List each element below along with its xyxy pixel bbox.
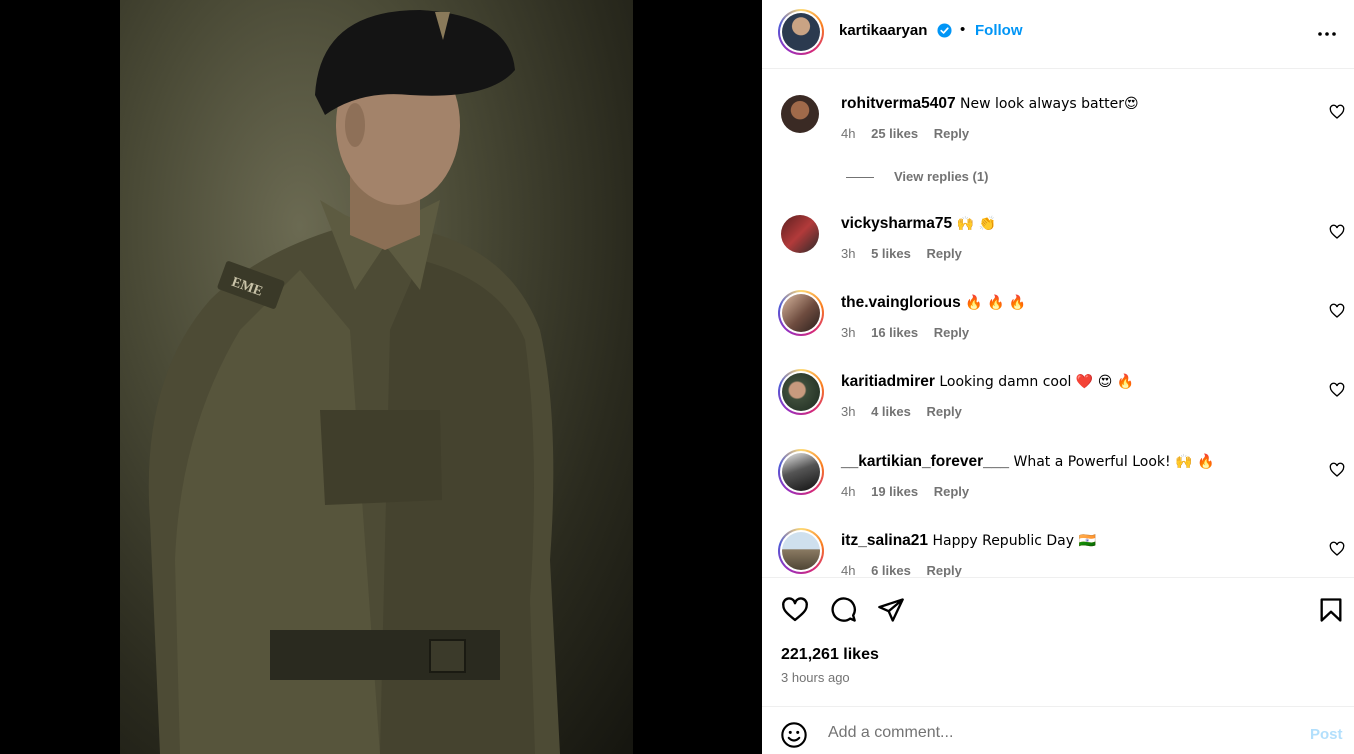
comment-body: Looking damn cool ❤️ 😍 🔥	[934, 374, 1135, 390]
post-photo-illustration: EME	[148, 10, 560, 754]
view-replies-label: View replies (1)	[894, 169, 989, 184]
like-comment-heart-icon[interactable]	[1329, 224, 1345, 240]
comment-body: What a Powerful Look! 🙌 🔥	[1009, 454, 1215, 470]
post-side-panel: kartikaaryan • Follow rohitverma5407 New…	[762, 0, 1354, 754]
save-bookmark-icon[interactable]	[1317, 596, 1345, 624]
commenter-username[interactable]: vickysharma75	[841, 215, 952, 232]
commenter-avatar[interactable]	[778, 528, 824, 574]
comment-text: the.vainglorious 🔥 🔥 🔥	[841, 294, 1026, 312]
commenter-avatar[interactable]	[781, 215, 819, 253]
comment-likes[interactable]: 5 likes	[871, 246, 911, 261]
add-comment-input[interactable]	[828, 721, 1268, 745]
like-comment-heart-icon[interactable]	[1329, 382, 1345, 398]
comment-item: __kartikian_forever___ What a Powerful L…	[762, 449, 1354, 523]
like-comment-heart-icon[interactable]	[1329, 303, 1345, 319]
like-comment-heart-icon[interactable]	[1329, 462, 1345, 478]
post-media-area: EME	[0, 0, 762, 754]
comment-meta: 4h 6 likes Reply	[841, 563, 974, 577]
comment-item: vickysharma75 🙌 👏 3h 5 likes Reply	[762, 215, 1354, 285]
comment-body: New look always batter😍	[955, 96, 1139, 112]
comment-meta: 4h 19 likes Reply	[841, 484, 981, 499]
comment-bubble-icon[interactable]	[829, 596, 857, 624]
comment-likes[interactable]: 4 likes	[871, 404, 911, 419]
commenter-avatar[interactable]	[778, 290, 824, 336]
commenter-username[interactable]: karitiadmirer	[841, 373, 935, 390]
comment-text: __kartikian_forever___ What a Powerful L…	[841, 453, 1214, 471]
verified-badge-icon	[937, 23, 952, 38]
comment-likes[interactable]: 19 likes	[871, 484, 918, 499]
follow-button[interactable]: Follow	[975, 22, 1023, 39]
author-username[interactable]: kartikaaryan	[839, 22, 927, 39]
like-comment-heart-icon[interactable]	[1329, 104, 1345, 120]
comment-time: 3h	[841, 246, 856, 261]
commenter-avatar[interactable]	[778, 369, 824, 415]
more-options-icon[interactable]	[1315, 22, 1339, 46]
post-like-count[interactable]: 221,261 likes	[781, 646, 879, 664]
share-paper-plane-icon[interactable]	[877, 596, 905, 624]
reply-button[interactable]: Reply	[926, 404, 961, 419]
comment-item: karitiadmirer Looking damn cool ❤️ 😍 🔥 3…	[762, 369, 1354, 443]
comment-text: vickysharma75 🙌 👏	[841, 215, 996, 233]
comment-body: 🔥 🔥 🔥	[960, 295, 1027, 311]
post-comment-button[interactable]: Post	[1310, 726, 1343, 743]
commenter-avatar[interactable]	[778, 449, 824, 495]
comment-body: 🙌 👏	[952, 216, 996, 232]
post-timestamp[interactable]: 3 hours ago	[781, 670, 850, 685]
comment-meta: 3h 16 likes Reply	[841, 325, 981, 340]
like-comment-heart-icon[interactable]	[1329, 541, 1345, 557]
comment-likes[interactable]: 16 likes	[871, 325, 918, 340]
post-photo[interactable]: EME	[120, 0, 633, 754]
reply-button[interactable]: Reply	[934, 126, 969, 141]
commenter-username[interactable]: the.vainglorious	[841, 294, 961, 311]
comment-meta: 4h 25 likes Reply	[841, 126, 981, 141]
reply-button[interactable]: Reply	[926, 563, 961, 577]
reply-button[interactable]: Reply	[934, 325, 969, 340]
comments-list[interactable]: rohitverma5407 New look always batter😍 4…	[762, 69, 1354, 577]
view-replies-button[interactable]: View replies (1)	[846, 169, 988, 184]
reply-button[interactable]: Reply	[926, 246, 961, 261]
post-header: kartikaaryan • Follow	[762, 0, 1354, 69]
comment-time: 4h	[841, 484, 856, 499]
comment-likes[interactable]: 6 likes	[871, 563, 911, 577]
comment-item: itz_salina21 Happy Republic Day 🇮🇳 4h 6 …	[762, 528, 1354, 577]
comment-body: Happy Republic Day 🇮🇳	[928, 533, 1096, 549]
comment-time: 3h	[841, 404, 856, 419]
comment-time: 4h	[841, 563, 856, 577]
like-heart-icon[interactable]	[781, 596, 809, 624]
add-comment-bar: Post	[762, 706, 1354, 754]
comment-time: 4h	[841, 126, 856, 141]
commenter-username[interactable]: __kartikian_forever___	[841, 453, 1009, 470]
comment-time: 3h	[841, 325, 856, 340]
comment-meta: 3h 4 likes Reply	[841, 404, 974, 419]
emoji-smiley-icon[interactable]	[780, 721, 808, 749]
comment-likes[interactable]: 25 likes	[871, 126, 918, 141]
comment-text: karitiadmirer Looking damn cool ❤️ 😍 🔥	[841, 373, 1134, 391]
commenter-avatar[interactable]	[781, 95, 819, 133]
reply-button[interactable]: Reply	[934, 484, 969, 499]
comment-item: rohitverma5407 New look always batter😍 4…	[762, 95, 1354, 165]
comment-item: the.vainglorious 🔥 🔥 🔥 3h 16 likes Reply	[762, 290, 1354, 364]
comment-meta: 3h 5 likes Reply	[841, 246, 974, 261]
commenter-username[interactable]: rohitverma5407	[841, 95, 956, 112]
author-avatar[interactable]	[778, 9, 824, 55]
post-actions: 221,261 likes 3 hours ago Post	[762, 577, 1354, 754]
comment-text: rohitverma5407 New look always batter😍	[841, 95, 1139, 113]
header-separator: •	[960, 21, 966, 38]
comment-text: itz_salina21 Happy Republic Day 🇮🇳	[841, 532, 1096, 550]
commenter-username[interactable]: itz_salina21	[841, 532, 928, 549]
